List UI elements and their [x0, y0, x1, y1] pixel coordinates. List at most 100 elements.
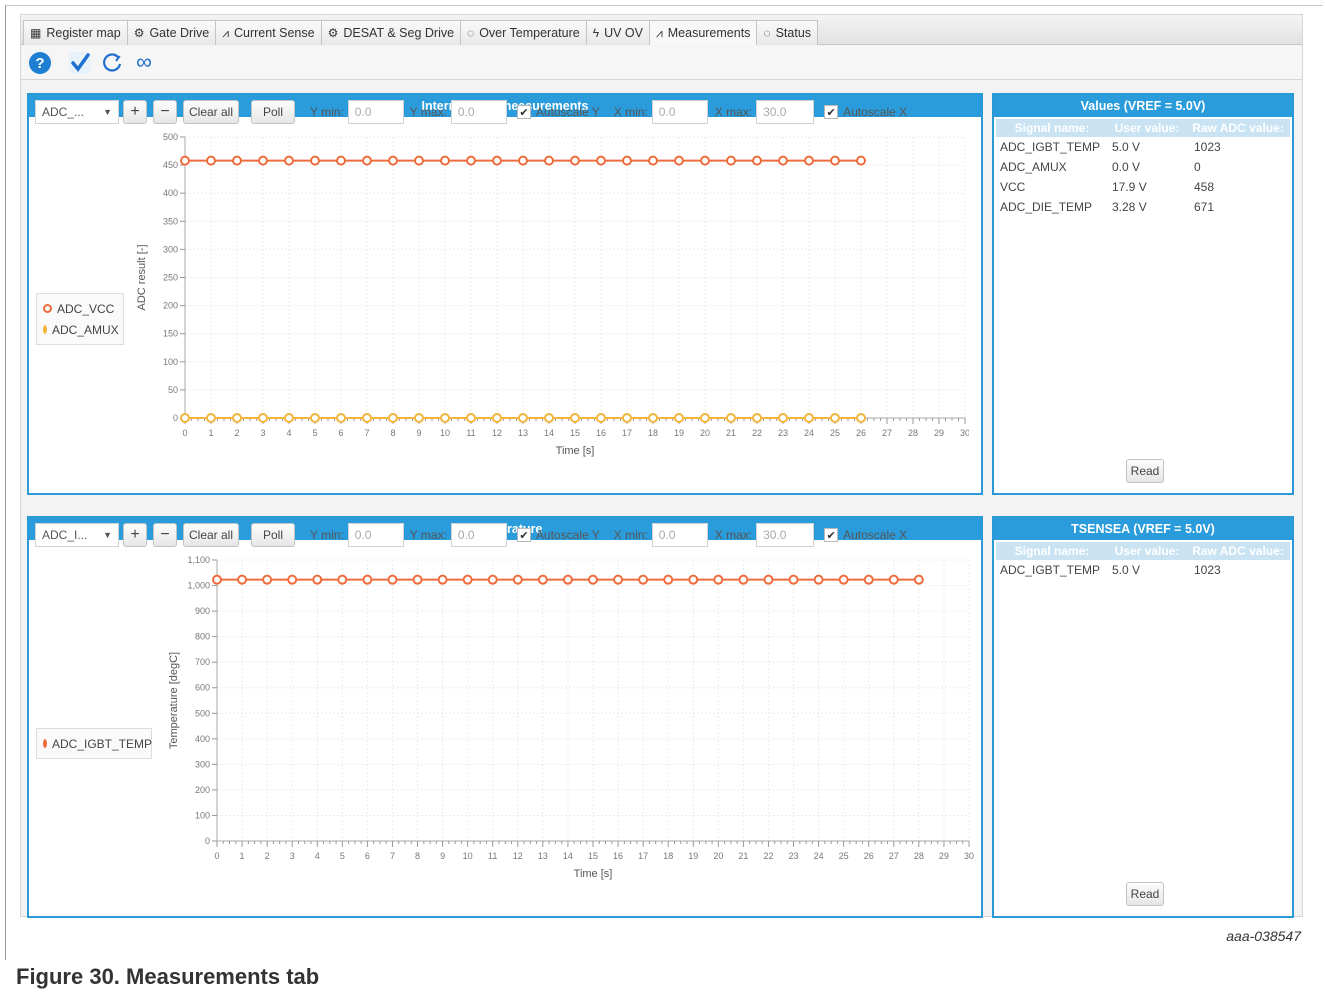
- gear-icon: ⚙: [327, 26, 339, 40]
- data-point: [232, 155, 242, 166]
- table-header: Signal name: User value: Raw ADC value:: [996, 542, 1290, 560]
- help-button[interactable]: ?: [27, 50, 53, 76]
- ymin-label: Y min:: [310, 528, 344, 542]
- data-point: [414, 413, 424, 423]
- x-tick-label: 7: [364, 428, 369, 438]
- refresh-icon: [103, 53, 122, 72]
- checkbox-check-icon: ✔: [516, 528, 531, 542]
- clear-all-button[interactable]: Clear all: [183, 523, 239, 547]
- tab-over-temperature[interactable]: ◌ Over Temperature: [460, 20, 587, 45]
- x-tick-label: 26: [864, 851, 874, 861]
- grid-icon: ▦: [30, 26, 42, 40]
- data-point: [562, 574, 573, 585]
- xmax-input[interactable]: 30.0: [756, 100, 815, 124]
- tsensea-table: Signal name: User value: Raw ADC value: …: [996, 542, 1290, 580]
- xmin-input[interactable]: 0.0: [651, 523, 708, 547]
- y-tick-label: 150: [163, 329, 178, 339]
- remove-signal-button[interactable]: −: [153, 523, 177, 547]
- clear-all-button[interactable]: Clear all: [183, 100, 239, 124]
- legend-item: ADC_VCC: [43, 298, 117, 319]
- data-point: [544, 155, 554, 166]
- xmax-label: X max:: [714, 528, 753, 542]
- read-button[interactable]: Read: [1126, 882, 1164, 906]
- x-tick-label: 3: [260, 428, 265, 438]
- signal-select[interactable]: ADC_... ▼: [35, 100, 119, 124]
- data-point: [388, 155, 398, 166]
- tab-status[interactable]: ◌ Status: [756, 20, 819, 45]
- tab-uv-ov[interactable]: ϟ UV OV: [585, 20, 650, 45]
- x-tick-label: 12: [513, 851, 523, 861]
- data-point: [310, 413, 320, 423]
- check-button[interactable]: [67, 50, 93, 76]
- x-tick-label: 24: [804, 428, 814, 438]
- refresh-button[interactable]: [99, 50, 125, 76]
- autoscale-x-checkbox[interactable]: ✔ Autoscale X: [824, 528, 907, 542]
- data-point: [763, 574, 774, 585]
- x-tick-label: 18: [648, 428, 658, 438]
- x-tick-label: 28: [908, 428, 918, 438]
- data-point: [738, 574, 749, 585]
- data-point: [856, 155, 866, 166]
- x-axis-label: Time [s]: [574, 868, 613, 880]
- autoscale-y-checkbox[interactable]: ✔ Autoscale Y: [516, 528, 600, 542]
- y-tick-label: 1,000: [187, 581, 210, 591]
- autoscale-y-checkbox[interactable]: ✔ Autoscale Y: [516, 105, 600, 119]
- table-row: ADC_IGBT_TEMP 5.0 V 1023: [1000, 563, 1221, 577]
- x-tick-label: 18: [663, 851, 673, 861]
- x-tick-label: 15: [588, 851, 598, 861]
- tab-desat-seg-drive[interactable]: ⚙ DESAT & Seg Drive: [320, 20, 462, 45]
- poll-button[interactable]: Poll: [251, 523, 295, 547]
- ymax-input[interactable]: 0.0: [450, 523, 507, 547]
- series-marker-icon: [43, 304, 52, 313]
- table-row: ADC_DIE_TEMP 3.28 V 671: [1000, 200, 1215, 214]
- dropdown-arrow-icon: ▼: [103, 107, 112, 117]
- y-tick-label: 500: [163, 132, 178, 142]
- tab-measurements[interactable]: ⩘ Measurements: [648, 20, 758, 45]
- temperature-panel: Temperature ADC_I...▼ + − Clear all Poll…: [27, 516, 983, 918]
- x-tick-label: 1: [240, 851, 245, 861]
- ymax-input[interactable]: 0.0: [450, 100, 507, 124]
- x-tick-label: 5: [340, 851, 345, 861]
- data-point: [414, 155, 424, 166]
- read-button[interactable]: Read: [1126, 459, 1164, 483]
- app-window: ▦ Register map ⚙ Gate Drive ⩘ Current Sense…: [20, 14, 1303, 918]
- poll-button[interactable]: Poll: [251, 100, 295, 124]
- xmax-input[interactable]: 30.0: [756, 523, 815, 547]
- x-tick-label: 29: [939, 851, 949, 861]
- x-tick-label: 4: [315, 851, 320, 861]
- autoscale-x-checkbox[interactable]: ✔ Autoscale X: [824, 105, 907, 119]
- checkbox-check-icon: ✔: [824, 105, 839, 119]
- tab-current-sense[interactable]: ⩘ Current Sense: [215, 20, 322, 45]
- x-tick-label: 19: [688, 851, 698, 861]
- ymin-input[interactable]: 0.0: [347, 523, 404, 547]
- x-tick-label: 28: [914, 851, 924, 861]
- data-point: [440, 155, 450, 166]
- signal-select[interactable]: ADC_I... ▼: [35, 523, 119, 547]
- panel-title: Values (VREF = 5.0V): [994, 95, 1292, 117]
- x-tick-label: 16: [596, 428, 606, 438]
- figure-caption: Figure 30. Measurements tab: [16, 964, 320, 989]
- add-signal-button[interactable]: +: [123, 523, 147, 547]
- xmin-input[interactable]: 0.0: [651, 100, 708, 124]
- loop-button[interactable]: ∞: [131, 50, 157, 76]
- x-tick-label: 1: [208, 428, 213, 438]
- y-tick-label: 0: [173, 413, 178, 423]
- x-tick-label: 11: [488, 851, 497, 861]
- adc-chart: 0 1 2 3 4 5 6 7 8 9 10 11 12 13 14 15 16 17 18 19 20 21 22 23 24…: [136, 132, 969, 457]
- tab-gate-drive[interactable]: ⚙ Gate Drive: [126, 20, 217, 45]
- data-point: [674, 155, 684, 166]
- x-tick-label: 5: [312, 428, 317, 438]
- data-point: [518, 413, 528, 423]
- data-point: [337, 574, 348, 585]
- y-axis-label: Temperature [degC]: [168, 652, 180, 749]
- x-tick-label: 23: [778, 428, 788, 438]
- ymin-input[interactable]: 0.0: [347, 100, 404, 124]
- x-tick-label: 8: [415, 851, 420, 861]
- add-signal-button[interactable]: +: [123, 100, 147, 124]
- x-tick-label: 10: [440, 428, 450, 438]
- tab-register-map[interactable]: ▦ Register map: [23, 20, 128, 45]
- x-tick-label: 27: [882, 428, 892, 438]
- data-point: [492, 413, 502, 423]
- y-tick-label: 1,100: [187, 555, 210, 565]
- remove-signal-button[interactable]: −: [153, 100, 177, 124]
